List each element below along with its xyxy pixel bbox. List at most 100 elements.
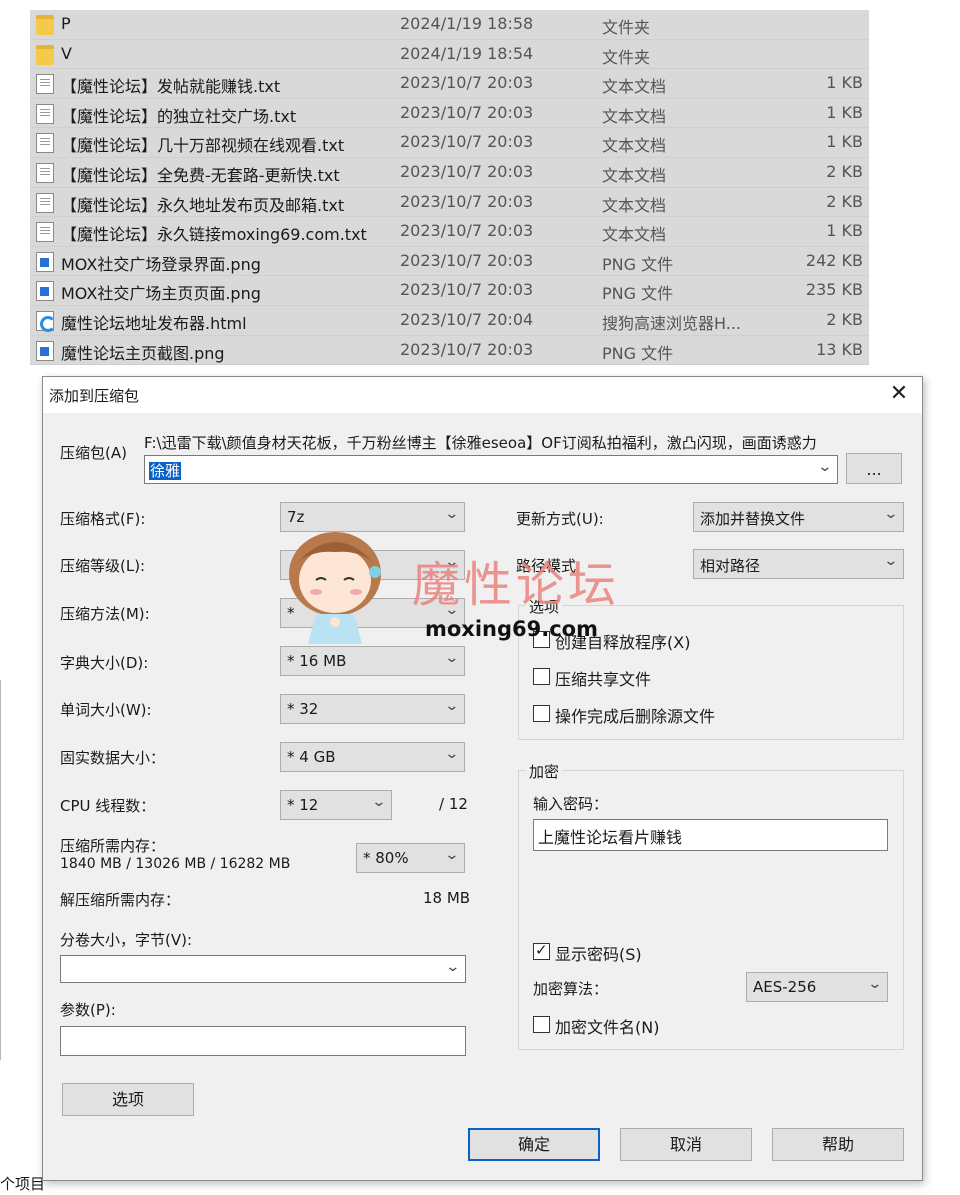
chevron-down-icon: ⌄ [444, 650, 460, 666]
html-file-icon [36, 310, 56, 332]
folder-icon [36, 15, 54, 35]
params-input[interactable] [60, 1026, 466, 1056]
text-file-icon [36, 222, 54, 243]
file-name: V [61, 43, 72, 63]
password-input[interactable]: 上魔性论坛看片赚钱 [533, 819, 888, 851]
method-label: 压缩方法(M): [60, 605, 150, 623]
encryption-method-select[interactable]: AES-256 ⌄ [746, 972, 888, 1002]
file-type: 文本文档 [602, 106, 667, 126]
chevron-down-icon: ⌄ [445, 959, 461, 975]
archive-label: 压缩包(A) [60, 444, 127, 462]
mem-value: * 80% [363, 849, 409, 867]
file-row[interactable]: MOX社交广场登录界面.png 2023/10/7 20:03 PNG 文件 242 … [30, 246, 869, 277]
file-row[interactable]: MOX社交广场主页页面.png 2023/10/7 20:03 PNG 文件 235 … [30, 276, 869, 306]
update-value: 添加并替换文件 [700, 510, 806, 528]
file-name: 【魔性论坛】永久链接moxing69.com.txt [61, 225, 367, 245]
status-items-label: 个项目 [0, 1175, 46, 1193]
chevron-down-icon: ⌄ [883, 553, 899, 569]
dict-value: * 16 MB [287, 652, 347, 670]
encryption-group-title: 加密 [526, 761, 563, 782]
mem-label: 压缩所需内存： [60, 837, 166, 855]
word-value: * 32 [287, 700, 319, 718]
path-mode-select[interactable]: 相对路径 ⌄ [693, 549, 904, 579]
file-type: 文本文档 [602, 77, 667, 97]
watermark-url: moxing69.com [425, 617, 598, 641]
file-type: 文件夹 [602, 47, 651, 67]
text-file-icon [36, 133, 54, 154]
file-type: 文本文档 [602, 165, 667, 185]
archive-path: F:\迅雷下载\颜值身材天花板，千万粉丝博主【徐雅eseoa】OF订阅私拍福利，… [144, 434, 817, 452]
file-row[interactable]: 【魔性论坛】的独立社交广场.txt 2023/10/7 20:03 文本文档 1 KB [30, 98, 869, 129]
update-select[interactable]: 添加并替换文件 ⌄ [693, 502, 904, 532]
mem-select[interactable]: * 80% ⌄ [356, 843, 465, 873]
watermark-text: 魔性论坛 [412, 557, 621, 613]
file-row[interactable]: 【魔性论坛】永久地址发布页及邮箱.txt 2023/10/7 20:03 文本文档 2… [30, 187, 869, 218]
file-row[interactable]: 【魔性论坛】全免费-无套路-更新快.txt 2023/10/7 20:03 文本文档… [30, 157, 869, 188]
archive-name-combo[interactable]: 徐雅 ⌄ [144, 455, 838, 484]
cpu-select[interactable]: * 12 ⌄ [280, 790, 392, 820]
volume-combo[interactable]: ⌄ [60, 955, 466, 983]
cpu-max: / 12 [439, 795, 468, 813]
chevron-down-icon: ⌄ [371, 794, 387, 810]
file-type: 搜狗高速浏览器H... [602, 313, 742, 333]
browse-button[interactable]: ... [846, 453, 902, 484]
file-row[interactable]: 【魔性论坛】发帖就能赚钱.txt 2023/10/7 20:03 文本文档 1 KB [30, 69, 869, 99]
file-row[interactable]: 魔性论坛主页截图.png 2023/10/7 20:03 PNG 文件 13 KB [30, 335, 869, 366]
file-name: 【魔性论坛】的独立社交广场.txt [61, 106, 297, 126]
file-size: 2 KB [826, 161, 863, 181]
file-row[interactable]: 【魔性论坛】几十万部视频在线观看.txt 2023/10/7 20:03 文本文档 1… [30, 128, 869, 158]
text-file-icon [36, 74, 54, 95]
help-button[interactable]: 帮助 [772, 1128, 904, 1161]
cancel-button[interactable]: 取消 [620, 1128, 752, 1161]
file-row[interactable]: P 2024/1/19 18:58 文件夹 [30, 10, 869, 40]
file-row[interactable]: 【魔性论坛】永久链接moxing69.com.txt 2023/10/7 20:0… [30, 217, 869, 247]
solid-value: * 4 GB [287, 748, 336, 766]
format-label: 压缩格式(F): [60, 510, 146, 528]
mascot-girl-icon [289, 532, 381, 644]
file-name: MOX社交广场主页页面.png [61, 284, 261, 304]
options-button[interactable]: 选项 [62, 1083, 194, 1116]
image-file-icon [36, 281, 54, 302]
image-file-icon [36, 340, 54, 361]
mem-detail: 1840 MB / 13026 MB / 16282 MB [60, 856, 291, 872]
file-type: PNG 文件 [602, 284, 674, 304]
chevron-down-icon: ⌄ [444, 506, 460, 522]
dict-label: 字典大小(D): [60, 654, 149, 672]
text-file-icon [36, 162, 54, 183]
dict-select[interactable]: * 16 MB ⌄ [280, 646, 465, 676]
solid-label: 固实数据大小： [60, 749, 166, 767]
file-type: 文本文档 [602, 136, 667, 156]
password-label: 输入密码： [533, 795, 609, 813]
file-date: 2024/1/19 18:54 [400, 43, 534, 63]
update-label: 更新方式(U): [516, 510, 604, 528]
word-select[interactable]: * 32 ⌄ [280, 694, 465, 724]
file-type: 文件夹 [602, 18, 651, 37]
encryption-method-label: 加密算法： [533, 980, 609, 998]
volume-label: 分卷大小，字节(V): [60, 931, 193, 949]
file-size: 235 KB [805, 280, 863, 300]
chevron-down-icon: ⌄ [444, 698, 460, 714]
file-type: 文本文档 [602, 225, 667, 245]
file-name: 【魔性论坛】发帖就能赚钱.txt [61, 77, 281, 97]
file-type: 文本文档 [602, 195, 667, 215]
archive-name-value: 徐雅 [149, 462, 182, 480]
decomp-value: 18 MB [423, 889, 471, 907]
solid-select[interactable]: * 4 GB ⌄ [280, 742, 465, 772]
cpu-value: * 12 [287, 796, 319, 814]
file-date: 2023/10/7 20:03 [400, 221, 534, 241]
params-label: 参数(P): [60, 1001, 116, 1019]
chevron-down-icon: ⌄ [444, 746, 460, 762]
window-edge [0, 680, 2, 1060]
file-date: 2023/10/7 20:03 [400, 132, 534, 152]
file-date: 2023/10/7 20:03 [400, 73, 534, 93]
level-label: 压缩等级(L): [60, 557, 146, 575]
file-row[interactable]: V 2024/1/19 18:54 文件夹 [30, 39, 869, 70]
chevron-down-icon: ⌄ [817, 459, 833, 475]
ok-button[interactable]: 确定 [468, 1128, 600, 1161]
chevron-down-icon: ⌄ [883, 506, 899, 522]
file-size: 1 KB [826, 102, 863, 122]
file-row[interactable]: 魔性论坛地址发布器.html 2023/10/7 20:04 搜狗高速浏览器H...… [30, 305, 869, 336]
close-button[interactable]: ✕ [884, 379, 914, 409]
file-size: 242 KB [805, 250, 863, 270]
dialog-titlebar: 添加到压缩包 ✕ [43, 377, 922, 413]
